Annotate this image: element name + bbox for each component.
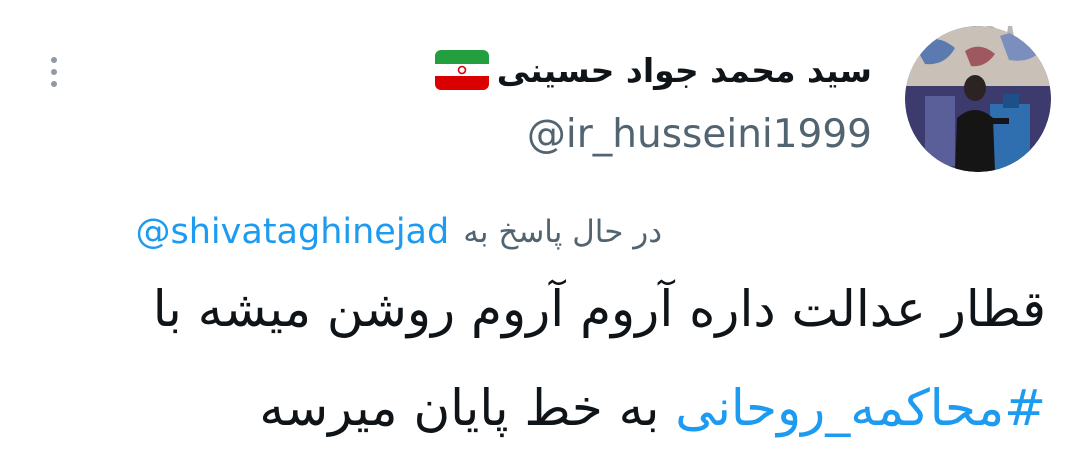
author-display-name[interactable]: سید محمد جواد حسینی (497, 51, 872, 90)
tweet-text-line-2: #محاکمه_روحانی به خط پایان میرسه (259, 383, 1046, 433)
author-name-row: سید محمد جواد حسینی (434, 42, 872, 98)
next-content-edge (640, 466, 720, 474)
more-dot-icon (51, 69, 57, 75)
replying-to-label: در حال پاسخ به (463, 214, 662, 250)
tweet-text-rest: به خط پایان میرسه (259, 379, 660, 437)
avatar[interactable] (905, 26, 1051, 172)
author-handle[interactable]: @ir_husseini1999 (527, 112, 872, 157)
replying-to: در حال پاسخ به @shivataghinejad (136, 204, 662, 260)
hashtag-link[interactable]: #محاکمه_روحانی (675, 379, 1046, 437)
iran-flag-icon (434, 50, 489, 90)
tweet-text-line-1: قطار عدالت داره آروم آروم روشن میشه با (152, 280, 1046, 338)
profile-photo-icon (905, 26, 1051, 172)
more-options-button[interactable] (42, 52, 66, 92)
more-dot-icon (51, 57, 57, 63)
replying-to-user-link[interactable]: @shivataghinejad (136, 212, 450, 252)
more-dot-icon (51, 81, 57, 87)
